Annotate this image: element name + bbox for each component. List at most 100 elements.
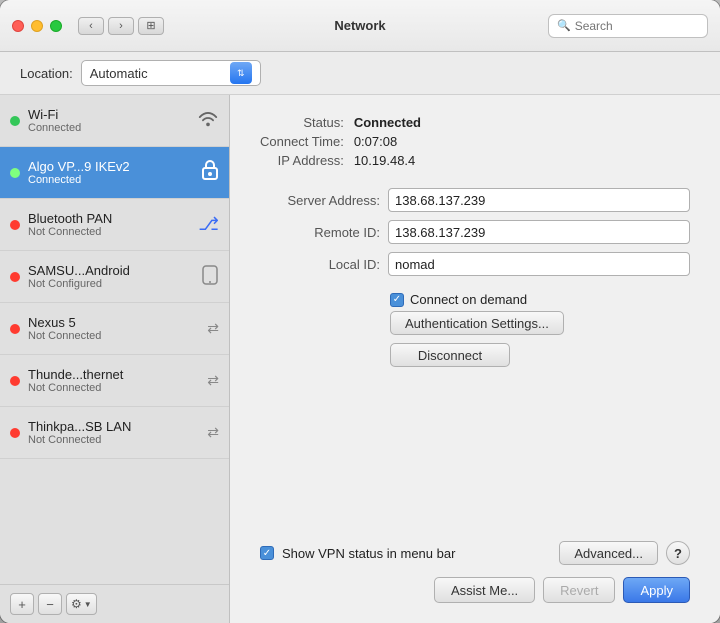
arrows-icon-nexus5: ⇄ [207,320,219,337]
network-item-thunderbolt[interactable]: Thunde...thernet Not Connected ⇄ [0,355,229,407]
connect-time-value: 0:07:08 [354,134,690,149]
network-name-wifi: Wi-Fi [28,107,197,122]
remove-network-button[interactable]: − [38,593,62,615]
status-field-label: Status: [260,115,344,130]
show-vpn-row: Show VPN status in menu bar Advanced... … [260,541,690,565]
connect-on-demand-label: Connect on demand [410,292,527,307]
vpn-form: Server Address: Remote ID: Local ID: [260,188,690,276]
network-item-samsung[interactable]: SAMSU...Android Not Configured [0,251,229,303]
ip-address-value: 10.19.48.4 [354,153,690,168]
show-vpn-checkbox[interactable] [260,546,274,560]
disconnect-button[interactable]: Disconnect [390,343,510,367]
status-section: Status: Connected Connect Time: 0:07:08 … [260,115,690,168]
network-name-thunderbolt: Thunde...thernet [28,367,207,382]
show-vpn-label: Show VPN status in menu bar [282,546,551,561]
phone-icon [201,265,219,289]
network-item-nexus5[interactable]: Nexus 5 Not Connected ⇄ [0,303,229,355]
gear-dropdown-icon: ▼ [84,600,92,609]
server-address-label: Server Address: [260,193,380,208]
network-info-thinkpad: Thinkpa...SB LAN Not Connected [28,419,207,446]
network-status-algo-vpn: Connected [28,174,201,186]
network-item-bluetooth[interactable]: Bluetooth PAN Not Connected ⎇ [0,199,229,251]
search-input[interactable] [575,19,699,33]
status-dot-thinkpad [10,428,20,438]
revert-button[interactable]: Revert [543,577,615,603]
network-item-thinkpad[interactable]: Thinkpa...SB LAN Not Connected ⇄ [0,407,229,459]
gear-menu-button[interactable]: ⚙ ▼ [66,593,97,615]
maximize-button[interactable] [50,20,62,32]
network-name-thinkpad: Thinkpa...SB LAN [28,419,207,434]
location-label: Location: [20,66,73,81]
back-button[interactable]: ‹ [78,17,104,35]
apply-button[interactable]: Apply [623,577,690,603]
titlebar: ‹ › ⊞ Network 🔍 [0,0,720,52]
status-dot-thunderbolt [10,376,20,386]
connect-on-demand-row: Connect on demand [390,292,690,307]
server-address-row: Server Address: [260,188,690,212]
lock-icon [201,159,219,186]
nav-buttons: ‹ › [78,17,134,35]
connect-time-label: Connect Time: [260,134,344,149]
grid-button[interactable]: ⊞ [138,17,164,35]
network-info-algo-vpn: Algo VP...9 IKEv2 Connected [28,159,201,186]
network-info-bluetooth: Bluetooth PAN Not Connected [28,211,198,238]
bluetooth-icon: ⎇ [198,214,219,235]
location-bar: Location: Automatic ⇅ [0,52,720,95]
status-field-value: Connected [354,115,690,130]
server-address-input[interactable] [388,188,690,212]
sidebar: Wi-Fi Connected Algo VP...9 IKEv2 Connec… [0,95,230,623]
arrows-icon-thinkpad: ⇄ [207,424,219,441]
assist-me-button[interactable]: Assist Me... [434,577,535,603]
final-buttons: Assist Me... Revert Apply [260,577,690,603]
network-info-wifi: Wi-Fi Connected [28,107,197,134]
arrows-icon-thunderbolt: ⇄ [207,372,219,389]
main-window: ‹ › ⊞ Network 🔍 Location: Automatic ⇅ Wi… [0,0,720,623]
status-dot-samsung [10,272,20,282]
local-id-row: Local ID: [260,252,690,276]
add-network-button[interactable]: + [10,593,34,615]
local-id-label: Local ID: [260,257,380,272]
minimize-button[interactable] [31,20,43,32]
action-buttons: Authentication Settings... Disconnect [390,311,690,367]
search-icon: 🔍 [557,19,571,32]
gear-icon: ⚙ [71,597,82,611]
search-box[interactable]: 🔍 [548,14,708,38]
status-dot-bluetooth [10,220,20,230]
close-button[interactable] [12,20,24,32]
network-info-thunderbolt: Thunde...thernet Not Connected [28,367,207,394]
detail-panel: Status: Connected Connect Time: 0:07:08 … [230,95,720,623]
network-info-samsung: SAMSU...Android Not Configured [28,263,201,290]
wifi-icon [197,109,219,132]
network-name-bluetooth: Bluetooth PAN [28,211,198,226]
connect-on-demand-checkbox[interactable] [390,293,404,307]
network-status-wifi: Connected [28,122,197,134]
remote-id-input[interactable] [388,220,690,244]
network-name-algo-vpn: Algo VP...9 IKEv2 [28,159,201,174]
status-dot-wifi [10,116,20,126]
forward-button[interactable]: › [108,17,134,35]
window-title: Network [334,18,385,33]
advanced-button[interactable]: Advanced... [559,541,658,565]
network-status-thunderbolt: Not Connected [28,382,207,394]
location-dropdown[interactable]: Automatic ⇅ [81,60,261,86]
status-dot-nexus5 [10,324,20,334]
remote-id-label: Remote ID: [260,225,380,240]
network-status-thinkpad: Not Connected [28,434,207,446]
ip-address-label: IP Address: [260,153,344,168]
traffic-lights [12,20,62,32]
network-item-wifi[interactable]: Wi-Fi Connected [0,95,229,147]
network-status-samsung: Not Configured [28,278,201,290]
location-arrow-icon: ⇅ [230,62,252,84]
sidebar-footer: + − ⚙ ▼ [0,584,229,623]
network-name-nexus5: Nexus 5 [28,315,207,330]
network-info-nexus5: Nexus 5 Not Connected [28,315,207,342]
help-button[interactable]: ? [666,541,690,565]
status-dot-algo-vpn [10,168,20,178]
network-status-bluetooth: Not Connected [28,226,198,238]
main-content: Wi-Fi Connected Algo VP...9 IKEv2 Connec… [0,95,720,623]
bottom-section: Show VPN status in menu bar Advanced... … [260,529,690,603]
local-id-input[interactable] [388,252,690,276]
network-item-algo-vpn[interactable]: Algo VP...9 IKEv2 Connected [0,147,229,199]
auth-settings-button[interactable]: Authentication Settings... [390,311,564,335]
location-value: Automatic [90,66,226,81]
